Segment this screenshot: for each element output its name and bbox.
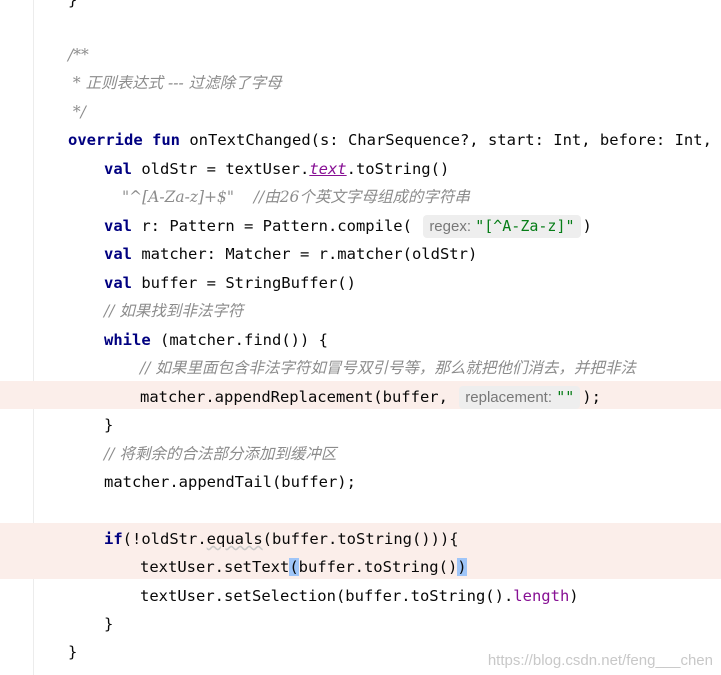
code-line-setselection: textUser.setSelection(buffer.toString().… (140, 587, 579, 605)
doc-comment-title: * 正则表达式 --- 过滤除了字母 (68, 74, 282, 92)
matched-paren-close: ) (457, 558, 467, 576)
doc-comment-end: */ (68, 103, 86, 121)
code-line-buffer: val buffer = StringBuffer() (104, 274, 356, 292)
code-line-top-brace: } (68, 0, 78, 9)
code-line-close-while: } (104, 416, 114, 434)
code-line-settext: textUser.setText(buffer.toString()) (140, 558, 467, 576)
code-line-close-fun: } (68, 643, 78, 661)
code-comment-inner: // 如果里面包含非法字符如冒号双引号等，那么就把他们消去，并把非法 (140, 359, 636, 377)
parameter-hint-regex: regex: "[^A-Za-z]" (423, 215, 581, 238)
code-line-append-replacement: matcher.appendReplacement(buffer, replac… (140, 383, 601, 411)
code-line-while: while (matcher.find()) { (104, 331, 328, 349)
code-comment-tail: // 将剩余的合法部分添加到缓冲区 (104, 445, 337, 463)
watermark: https://blog.csdn.net/feng___chen (487, 652, 713, 669)
parameter-hint-replacement: replacement: "" (459, 386, 581, 409)
code-line-append-tail: matcher.appendTail(buffer); (104, 473, 356, 491)
code-line-regex-comment: "^[A-Za-z]+$" //由26个英文字母组成的字符串 (122, 188, 470, 206)
code-comment-find: // 如果找到非法字符 (104, 302, 244, 320)
doc-comment-start: /** (68, 46, 89, 64)
code-line-function-signature: override fun onTextChanged(s: CharSequen… (68, 131, 721, 149)
code-line-matcher: val matcher: Matcher = r.matcher(oldStr) (104, 245, 478, 263)
code-line-pattern: val r: Pattern = Pattern.compile( regex:… (104, 212, 592, 240)
code-line-if: if(!oldStr.equals(buffer.toString())){ (104, 530, 459, 548)
code-line-close-if: } (104, 615, 114, 633)
matched-paren-open: ( (289, 558, 299, 576)
code-line-oldstr: val oldStr = textUser.text.toString() (104, 160, 450, 178)
